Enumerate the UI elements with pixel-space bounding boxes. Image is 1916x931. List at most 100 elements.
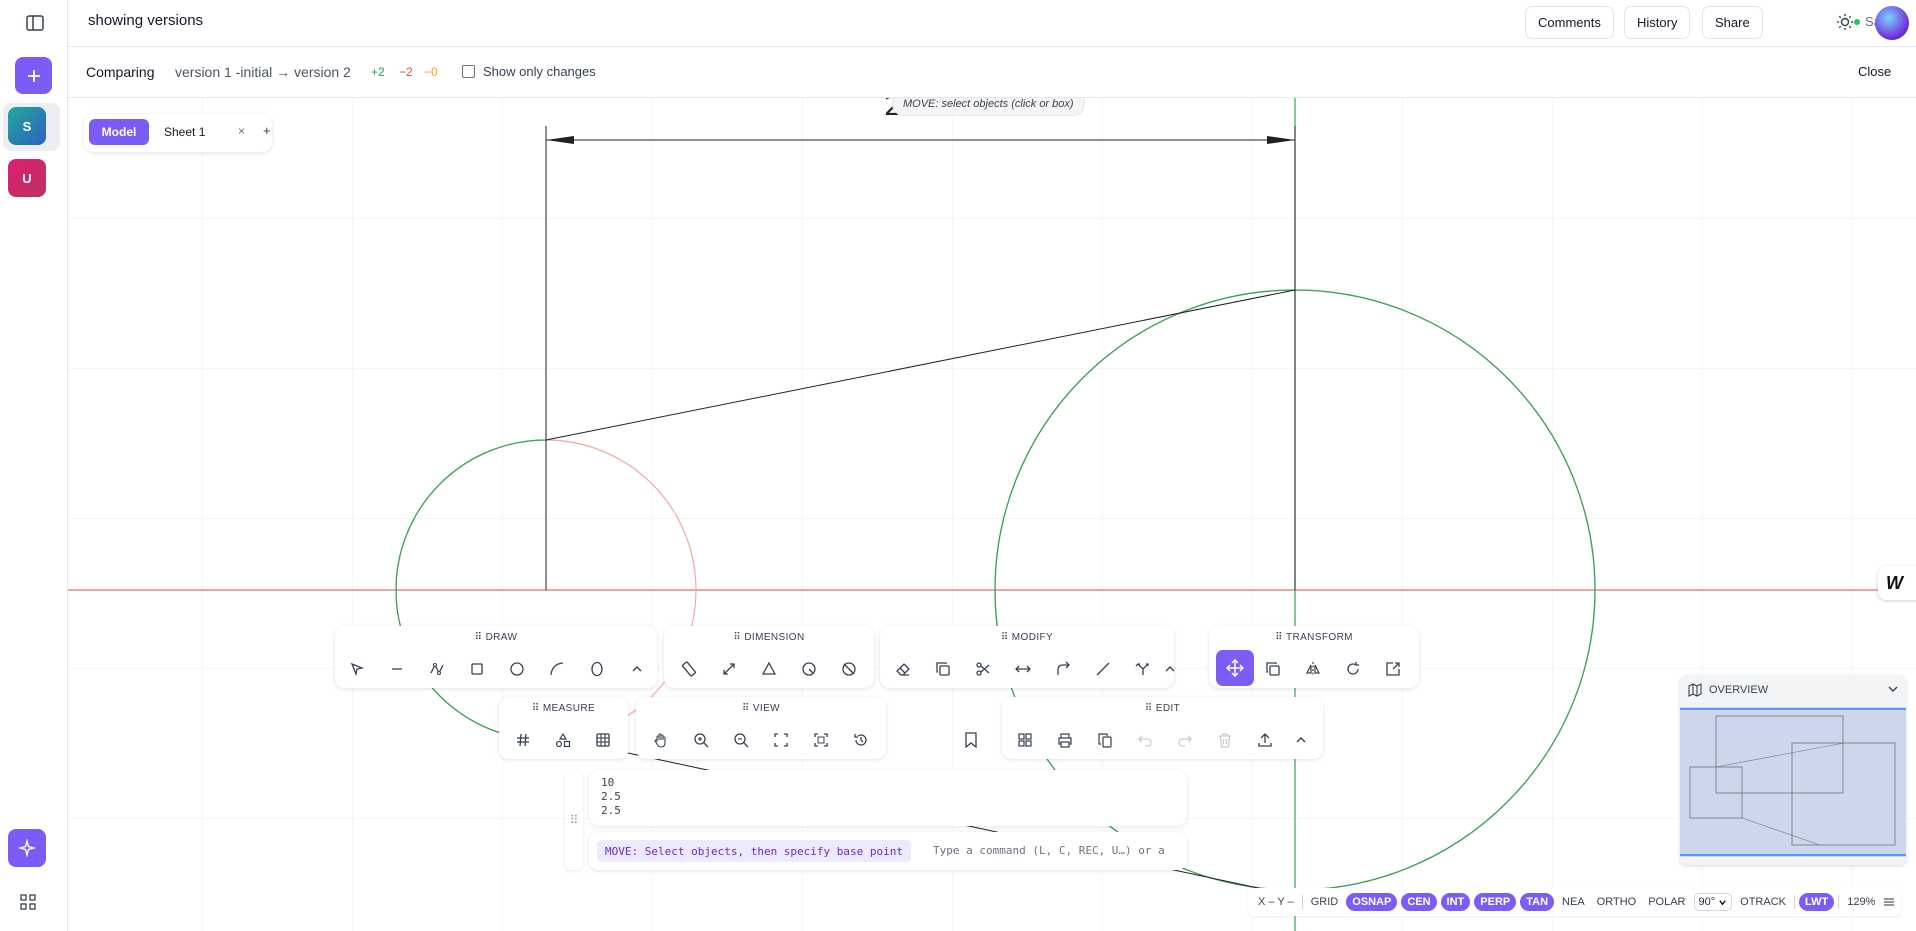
circle-tool-icon[interactable] [500,652,534,686]
chevron-up-icon[interactable] [1284,723,1318,757]
measure-table-icon[interactable] [586,723,620,757]
int-toggle[interactable]: INT [1440,893,1471,911]
new-workspace-button[interactable] [15,57,52,94]
workspace-s[interactable]: S [8,107,46,145]
document-title[interactable]: showing versions [88,12,203,29]
explode-tool-icon[interactable] [1126,652,1160,686]
edit-title: ⠿ EDIT [1144,703,1181,714]
arc-tool-icon[interactable] [540,652,574,686]
command-line: MOVE: Select objects, then specify base … [589,832,1187,870]
cen-toggle[interactable]: CEN [1401,893,1437,911]
theme-toggle-icon[interactable] [1836,13,1854,31]
copy-move-icon[interactable] [1256,652,1290,686]
ellipse-tool-icon[interactable] [580,652,614,686]
zoom-in-icon[interactable] [684,723,718,757]
fillet-tool-icon[interactable] [1046,652,1080,686]
drawing-canvas[interactable]: 2 MOVE: select objects (click or box) Mo… [68,98,1916,931]
measure-hash-icon[interactable] [506,723,540,757]
nea-toggle[interactable]: NEA [1558,893,1589,911]
tab-sheet-1[interactable]: Sheet 1 [164,125,205,139]
export-icon[interactable] [1248,723,1282,757]
overview-minimap[interactable] [1680,707,1906,857]
rectangle-tool-icon[interactable] [460,652,494,686]
scale-tool-icon[interactable] [1376,652,1410,686]
otrack-toggle[interactable]: OTRACK [1736,893,1790,911]
linear-dimension-icon[interactable] [672,652,706,686]
aligned-dimension-icon[interactable] [712,652,746,686]
line-tool-icon[interactable] [380,652,414,686]
polar-angle-select[interactable]: 90° [1693,893,1733,911]
polyline-tool-icon[interactable] [420,652,454,686]
comparing-label: Comparing [86,64,155,80]
redo-icon[interactable] [1168,723,1202,757]
rotate-tool-icon[interactable] [1336,652,1370,686]
chevron-up-icon[interactable] [620,652,654,686]
chevron-down-icon [1719,899,1726,905]
trim-tool-icon[interactable] [966,652,1000,686]
share-button[interactable]: Share [1702,6,1763,39]
command-drag-handle[interactable]: ⠿ [565,770,583,870]
print-icon[interactable] [1048,723,1082,757]
toggle-sidebar-icon[interactable] [24,12,46,34]
status-divider [1838,895,1840,909]
edit-toolbar: ⠿ EDIT [1002,697,1323,759]
delete-icon[interactable] [1208,723,1242,757]
stretch-tool-icon[interactable] [1006,652,1040,686]
zoom-window-icon[interactable] [804,723,838,757]
status-divider [1301,895,1303,909]
osnap-toggle[interactable]: OSNAP [1346,893,1398,911]
polar-toggle[interactable]: POLAR [1644,893,1689,911]
avatar[interactable] [1875,6,1909,40]
modify-toolbar: ⠿ MODIFY [880,626,1175,688]
select-tool-icon[interactable] [340,652,374,686]
draw-toolbar: ⠿ DRAW [335,626,657,688]
command-input[interactable]: Type a command (L, C, REC, U…) or a [933,844,1183,857]
radius-dimension-icon[interactable] [792,652,826,686]
erase-tool-icon[interactable] [886,652,920,686]
chevron-up-icon[interactable] [1160,652,1180,686]
tan-toggle[interactable]: TAN [1520,893,1555,911]
ortho-toggle[interactable]: ORTHO [1593,893,1641,911]
paste-icon[interactable] [1088,723,1122,757]
add-sheet-icon[interactable]: + [263,123,271,138]
close-sheet-icon[interactable]: × [238,124,245,138]
widget-toggle-icon[interactable]: W [1878,566,1916,600]
ai-assistant-button[interactable] [8,829,46,867]
copy-tool-icon[interactable] [926,652,960,686]
zoom-out-icon[interactable] [724,723,758,757]
left-rail: S U [0,0,68,931]
move-tool-icon[interactable] [1216,650,1254,686]
history-button[interactable]: History [1624,6,1691,39]
measure-area-icon[interactable] [546,723,580,757]
status-divider [1793,895,1795,909]
show-only-changes-label[interactable]: Show only changes [483,64,596,79]
collapse-chevron-icon[interactable] [1887,683,1899,695]
show-only-changes-checkbox[interactable] [462,65,475,78]
tab-model[interactable]: Model [89,119,149,145]
status-bar: X – Y – GRID OSNAP CEN INT PERP TAN NEA … [1248,888,1902,916]
coordinates-readout: X – Y – [1258,896,1294,908]
view-history-icon[interactable] [844,723,878,757]
mirror-tool-icon[interactable] [1296,652,1330,686]
zoom-extents-icon[interactable] [764,723,798,757]
lwt-toggle[interactable]: LWT [1798,893,1835,911]
comments-button[interactable]: Comments [1525,6,1614,39]
grid-toggle[interactable]: GRID [1307,893,1343,911]
perp-toggle[interactable]: PERP [1474,893,1517,911]
polar-angle-value: 90° [1698,896,1716,908]
pan-hand-icon[interactable] [644,723,678,757]
view-toolbar: ⠿ VIEW [636,697,886,759]
close-compare-button[interactable]: Close [1858,64,1891,79]
measure-toolbar: ⠿ MEASURE [499,697,628,759]
bookmark-icon[interactable] [954,723,988,757]
settings-sliders-icon[interactable] [1883,896,1895,908]
diameter-dimension-icon[interactable] [832,652,866,686]
angular-dimension-icon[interactable] [752,652,786,686]
workspace-u[interactable]: U [8,159,46,197]
undo-icon[interactable] [1128,723,1162,757]
command-prompt: MOVE: Select objects, then specify base … [597,840,912,862]
extend-tool-icon[interactable] [1086,652,1120,686]
array-tool-icon[interactable] [1008,723,1042,757]
apps-grid-icon[interactable] [18,892,38,912]
command-history: 10 2.5 2.5 [589,770,1187,826]
